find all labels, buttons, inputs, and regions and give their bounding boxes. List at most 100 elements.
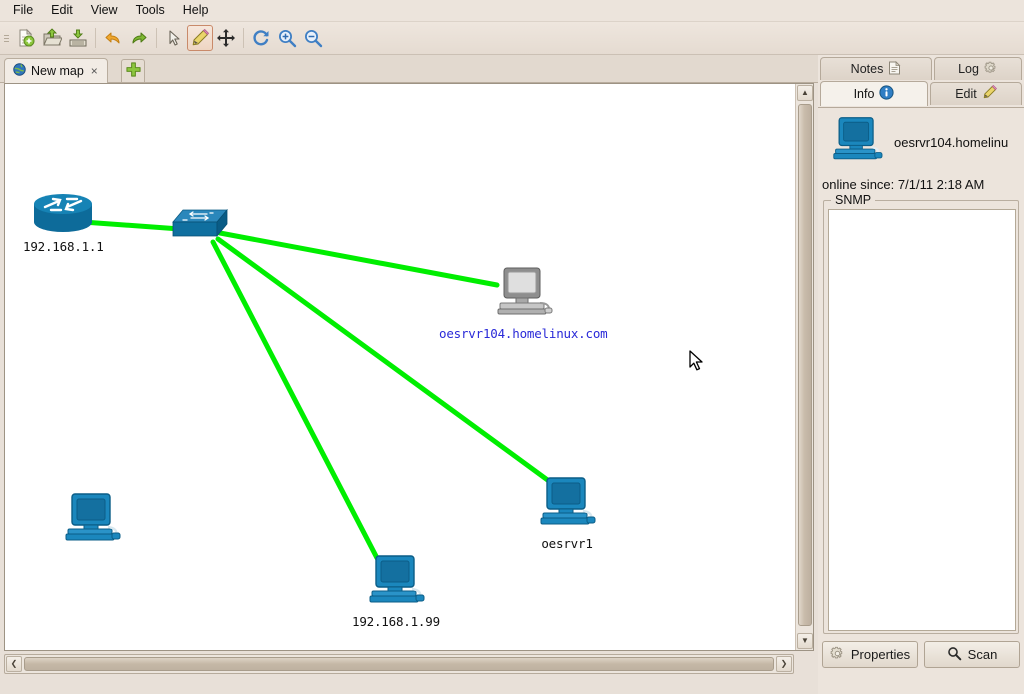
- save-button[interactable]: [65, 25, 91, 51]
- move-tool-button[interactable]: [213, 25, 239, 51]
- info-hostname: oesrvr104.homelinu: [894, 135, 1008, 150]
- tab-info[interactable]: Info: [820, 81, 928, 106]
- select-tool-button[interactable]: [161, 25, 187, 51]
- menu-bar: File Edit View Tools Help: [0, 0, 1024, 22]
- info-panel-button-row: Properties Scan: [822, 641, 1020, 668]
- map-canvas-container[interactable]: 192.168.1.1: [4, 83, 814, 651]
- node-switch[interactable]: [169, 208, 231, 251]
- refresh-circular-arrow-icon: [251, 28, 271, 48]
- chevron-down-icon: ▼: [801, 637, 809, 645]
- map-tab-strip: New map ×: [0, 55, 818, 83]
- scroll-right-button[interactable]: ❯: [776, 656, 792, 672]
- pencil-icon: [982, 85, 997, 103]
- scan-button[interactable]: Scan: [924, 641, 1020, 668]
- node-oesrvr1[interactable]: oesrvr1: [535, 476, 599, 551]
- magnifier-icon: [947, 646, 962, 664]
- redo-arrow-icon: [129, 28, 149, 48]
- tab-info-label: Info: [854, 87, 875, 101]
- move-cross-arrows-icon: [216, 28, 236, 48]
- redo-button[interactable]: [126, 25, 152, 51]
- node-host-192-168-1-99-label: 192.168.1.99: [352, 614, 440, 629]
- switch-icon: [169, 208, 231, 251]
- side-panel-tabs-row-1: Notes Log: [818, 55, 1024, 80]
- chevron-up-icon: ▲: [801, 89, 809, 97]
- document-icon: [888, 61, 901, 78]
- application-window: File Edit View Tools Help: [0, 0, 1024, 694]
- computer-icon-blue: [364, 554, 428, 613]
- chevron-left-icon: ❮: [11, 660, 18, 668]
- menu-view[interactable]: View: [82, 1, 127, 21]
- side-panel: Notes Log: [818, 55, 1024, 694]
- menu-help[interactable]: Help: [174, 1, 218, 21]
- tab-notes-label: Notes: [851, 62, 884, 76]
- toolbar-separator: [243, 28, 244, 48]
- tab-edit-label: Edit: [955, 87, 977, 101]
- edit-tool-button[interactable]: [187, 25, 213, 51]
- new-document-icon: [16, 28, 36, 48]
- horizontal-scroll-thumb[interactable]: [24, 657, 774, 671]
- info-panel-body: oesrvr104.homelinu online since: 7/1/11 …: [818, 107, 1024, 694]
- refresh-button[interactable]: [248, 25, 274, 51]
- zoom-out-magnifier-icon: [303, 28, 323, 48]
- tab-log-label: Log: [958, 62, 979, 76]
- node-router[interactable]: 192.168.1.1: [23, 191, 104, 254]
- globe-icon: [13, 63, 26, 79]
- toolbar: [0, 22, 1024, 55]
- computer-icon-gray: [490, 266, 556, 325]
- node-oesrvr104[interactable]: oesrvr104.homelinux.com: [439, 266, 608, 341]
- pencil-icon: [190, 28, 210, 48]
- computer-icon-blue: [535, 476, 599, 535]
- node-router-label: 192.168.1.1: [23, 239, 104, 254]
- snmp-content-area[interactable]: [828, 209, 1016, 631]
- open-folder-icon: [42, 28, 62, 48]
- canvas-vertical-scrollbar[interactable]: ▲ ▼: [795, 84, 813, 650]
- tab-log[interactable]: Log: [934, 57, 1022, 80]
- node-host-192-168-1-99[interactable]: 192.168.1.99: [352, 554, 440, 629]
- canvas-horizontal-scrollbar[interactable]: ❮ ❯: [4, 654, 794, 674]
- node-oesrvr1-label: oesrvr1: [541, 536, 592, 551]
- info-host-header: oesrvr104.homelinu: [818, 108, 1024, 173]
- properties-button-label: Properties: [851, 647, 910, 662]
- link-switch-host99[interactable]: [213, 242, 377, 558]
- new-map-button[interactable]: [13, 25, 39, 51]
- undo-arrow-icon: [103, 28, 123, 48]
- properties-button[interactable]: Properties: [822, 641, 918, 668]
- gear-icon: [984, 61, 998, 78]
- toolbar-separator: [156, 28, 157, 48]
- chevron-right-icon: ❯: [781, 660, 788, 668]
- router-icon: [31, 191, 95, 238]
- computer-icon: [828, 116, 886, 169]
- vertical-scroll-thumb[interactable]: [798, 104, 812, 626]
- toolbar-drag-handle[interactable]: [2, 27, 11, 49]
- snmp-group-label: SNMP: [831, 193, 875, 207]
- tab-notes[interactable]: Notes: [820, 57, 932, 80]
- node-oesrvr104-label: oesrvr104.homelinux.com: [439, 326, 608, 341]
- gear-icon: [830, 646, 845, 664]
- map-canvas[interactable]: 192.168.1.1: [5, 84, 798, 650]
- zoom-in-button[interactable]: [274, 25, 300, 51]
- save-disk-icon: [70, 30, 86, 46]
- menu-file[interactable]: File: [4, 1, 42, 21]
- zoom-out-button[interactable]: [300, 25, 326, 51]
- snmp-group-box: SNMP: [823, 200, 1019, 634]
- undo-button[interactable]: [100, 25, 126, 51]
- menu-edit[interactable]: Edit: [42, 1, 82, 21]
- map-tab-new-map[interactable]: New map ×: [4, 58, 108, 83]
- scan-button-label: Scan: [968, 647, 998, 662]
- node-unconnected-host[interactable]: [60, 492, 124, 551]
- toolbar-separator: [95, 28, 96, 48]
- menu-tools[interactable]: Tools: [127, 1, 174, 21]
- scroll-down-button[interactable]: ▼: [797, 633, 813, 649]
- plus-icon: [126, 62, 141, 80]
- new-map-tab-button[interactable]: [121, 59, 145, 82]
- map-tab-label: New map: [31, 64, 84, 78]
- tab-edit[interactable]: Edit: [930, 82, 1022, 105]
- scroll-up-button[interactable]: ▲: [797, 85, 813, 101]
- side-panel-tabs-row-2: Info Edit: [818, 80, 1024, 107]
- info-circle-icon: [879, 85, 894, 103]
- open-button[interactable]: [39, 25, 65, 51]
- zoom-in-magnifier-icon: [277, 28, 297, 48]
- computer-icon-blue: [60, 492, 124, 551]
- map-tab-close-icon[interactable]: ×: [89, 64, 100, 78]
- scroll-left-button[interactable]: ❮: [6, 656, 22, 672]
